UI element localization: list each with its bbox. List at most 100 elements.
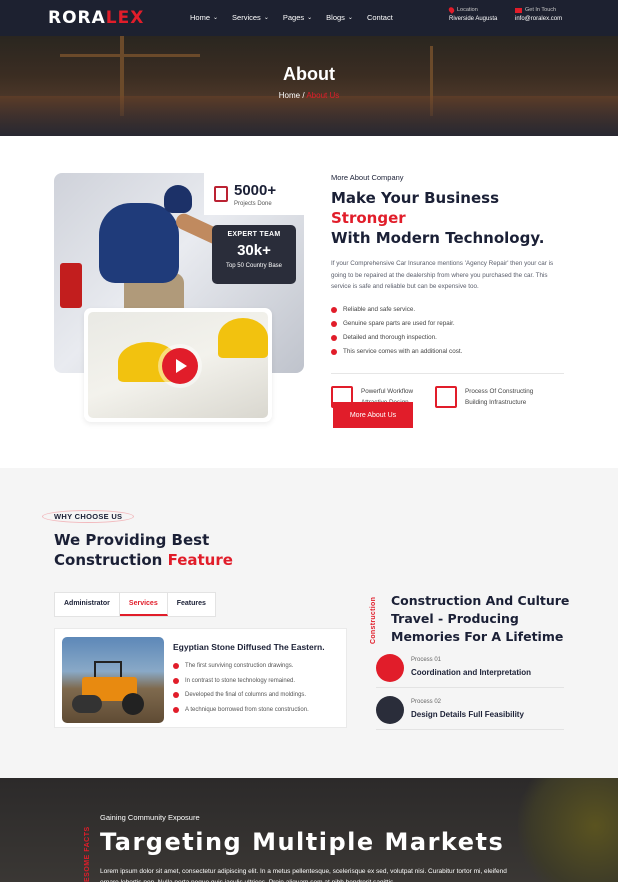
chevron-down-icon: ⌄ <box>263 15 269 21</box>
about-heading: Make Your Business Stronger With Modern … <box>331 188 571 248</box>
about-heading-part1: Make Your Business <box>331 189 499 207</box>
breadcrumb-current: About Us <box>306 91 340 100</box>
breadcrumb-home[interactable]: Home <box>279 91 300 100</box>
nav-pages[interactable]: Pages ⌄ <box>283 13 312 22</box>
logo-accent: LEX <box>105 8 145 28</box>
header-email[interactable]: Get In Touch info@roralex.com <box>515 7 562 22</box>
roller-drum-decor <box>72 695 102 713</box>
why-heading-line1: We Providing Best <box>54 531 210 549</box>
more-about-button[interactable]: More About Us <box>333 402 413 428</box>
hero-overlay <box>0 96 618 136</box>
worker-head-decor <box>164 185 192 213</box>
helmet-decor-2 <box>218 318 268 358</box>
check-circle-icon <box>173 692 179 699</box>
nav-pages-label: Pages <box>282 13 305 22</box>
check-circle-icon <box>331 306 337 313</box>
breadcrumb-separator: / <box>302 91 305 100</box>
process-title: Design Details Full Feasibility <box>411 710 524 719</box>
list-item-text: The first surviving construction drawing… <box>185 663 294 670</box>
culture-heading: Construction And Culture Travel - Produc… <box>391 593 570 644</box>
list-item-text: This service comes with an additional co… <box>343 348 463 355</box>
team-title: EXPERT TEAM <box>227 231 281 238</box>
list-item: In contrast to stone technology remained… <box>173 674 309 689</box>
process-title: Coordination and Interpretation <box>411 668 531 677</box>
chevron-down-icon: ⌄ <box>307 15 313 21</box>
list-item-text: Detailed and thorough inspection. <box>343 334 437 341</box>
email-value[interactable]: info@roralex.com <box>515 16 562 22</box>
nav-services-label: Services <box>232 13 261 22</box>
team-number: 30k+ <box>237 242 271 259</box>
check-circle-icon <box>173 663 179 670</box>
projects-number: 5000+ <box>234 181 277 199</box>
feature-line1: Process Of Constructing <box>465 387 534 395</box>
about-heading-accent: Stronger <box>331 209 406 227</box>
nav-blogs-label: Blogs <box>326 13 345 22</box>
feature-infrastructure: Process Of Constructing Building Infrastr… <box>435 385 534 408</box>
list-item: Developed the final of columns and moldi… <box>173 688 309 703</box>
list-item: This service comes with an additional co… <box>331 345 571 359</box>
nav-services[interactable]: Services ⌄ <box>232 13 269 22</box>
globe-icon <box>376 696 404 724</box>
touch-label: Get In Touch <box>525 7 557 13</box>
nav-home-label: Home <box>190 13 211 22</box>
why-kicker: WHY CHOOSE US <box>54 512 123 521</box>
why-heading-line2: Construction <box>54 551 168 569</box>
list-item: Reliable and safe service. <box>331 303 571 317</box>
feature-line2: Building Infrastructure <box>465 398 527 406</box>
why-heading-accent: Feature <box>167 551 233 569</box>
video-card <box>84 308 272 422</box>
tab-administrator[interactable]: Administrator <box>55 593 120 616</box>
list-item: The first surviving construction drawing… <box>173 659 309 674</box>
why-choose-section: WHY CHOOSE US We Providing Best Construc… <box>0 468 618 778</box>
logo-main: RORA <box>48 8 106 28</box>
tool-decor <box>60 263 82 308</box>
list-item-text: A technique borrowed from stone construc… <box>185 706 309 713</box>
list-item-text: Developed the final of columns and moldi… <box>185 692 307 699</box>
chevron-down-icon: ⌄ <box>347 15 353 21</box>
logo[interactable]: RORALEX <box>48 8 144 28</box>
process-label: Process 01 <box>411 657 442 663</box>
facts-heading: Targeting Multiple Markets <box>100 828 505 856</box>
list-item-text: In contrast to stone technology remained… <box>185 677 296 684</box>
list-item: A technique borrowed from stone construc… <box>173 703 309 718</box>
projects-stat: 5000+ Projects Done <box>204 173 304 215</box>
header-location: Location Riverside Augusta <box>447 6 497 22</box>
worker-body-decor <box>99 203 179 283</box>
envelope-icon <box>515 7 522 13</box>
facts-vertical-label: ESOME FACTS <box>84 826 91 882</box>
list-item-text: Genuine spare parts are used for repair. <box>343 320 455 327</box>
roller-photo <box>62 637 164 723</box>
feature-line1: Powerful Workflow <box>361 387 414 395</box>
location-label: Location <box>457 7 478 13</box>
breadcrumb: Home / About Us <box>0 91 618 100</box>
crane-arm-decor <box>60 54 200 57</box>
facts-paragraph: Lorem ipsum dolor sit amet, consectetur … <box>100 868 507 882</box>
why-heading: We Providing Best Construction Feature <box>54 530 233 570</box>
nav-blogs[interactable]: Blogs ⌄ <box>326 13 353 22</box>
helmet-decor <box>518 778 618 882</box>
check-circle-icon <box>331 348 337 355</box>
facts-kicker: Gaining Community Exposure <box>100 813 200 822</box>
main-nav: Home ⌄ Services ⌄ Pages ⌄ Blogs ⌄ Contact <box>190 13 393 22</box>
feature-tabs: Administrator Services Features <box>54 592 216 617</box>
nav-contact[interactable]: Contact <box>367 13 393 22</box>
tab-features[interactable]: Features <box>168 593 215 616</box>
tab-services[interactable]: Services <box>119 593 168 616</box>
process-item: Process 01 Coordination and Interpretati… <box>376 654 564 688</box>
process-label: Process 02 <box>411 699 442 705</box>
service-card: Egyptian Stone Diffused The Eastern. The… <box>54 628 347 728</box>
blueprint-photo <box>88 312 268 418</box>
check-circle-icon <box>331 334 337 341</box>
chevron-down-icon: ⌄ <box>213 15 219 21</box>
about-heading-part2: With Modern Technology. <box>331 229 545 247</box>
location-pin-icon <box>447 6 456 14</box>
expert-team-card: EXPERT TEAM 30k+ Top 50 Country Base <box>212 225 296 284</box>
about-paragraph: If your Comprehensive Car Insurance ment… <box>331 260 554 290</box>
projects-label: Projects Done <box>234 200 272 207</box>
document-icon <box>214 186 228 202</box>
service-card-list: The first surviving construction drawing… <box>173 659 309 717</box>
play-button[interactable] <box>162 348 198 384</box>
nav-home[interactable]: Home ⌄ <box>190 13 218 22</box>
page-hero: About Home / About Us <box>0 36 618 136</box>
about-kicker: More About Company <box>331 173 404 182</box>
